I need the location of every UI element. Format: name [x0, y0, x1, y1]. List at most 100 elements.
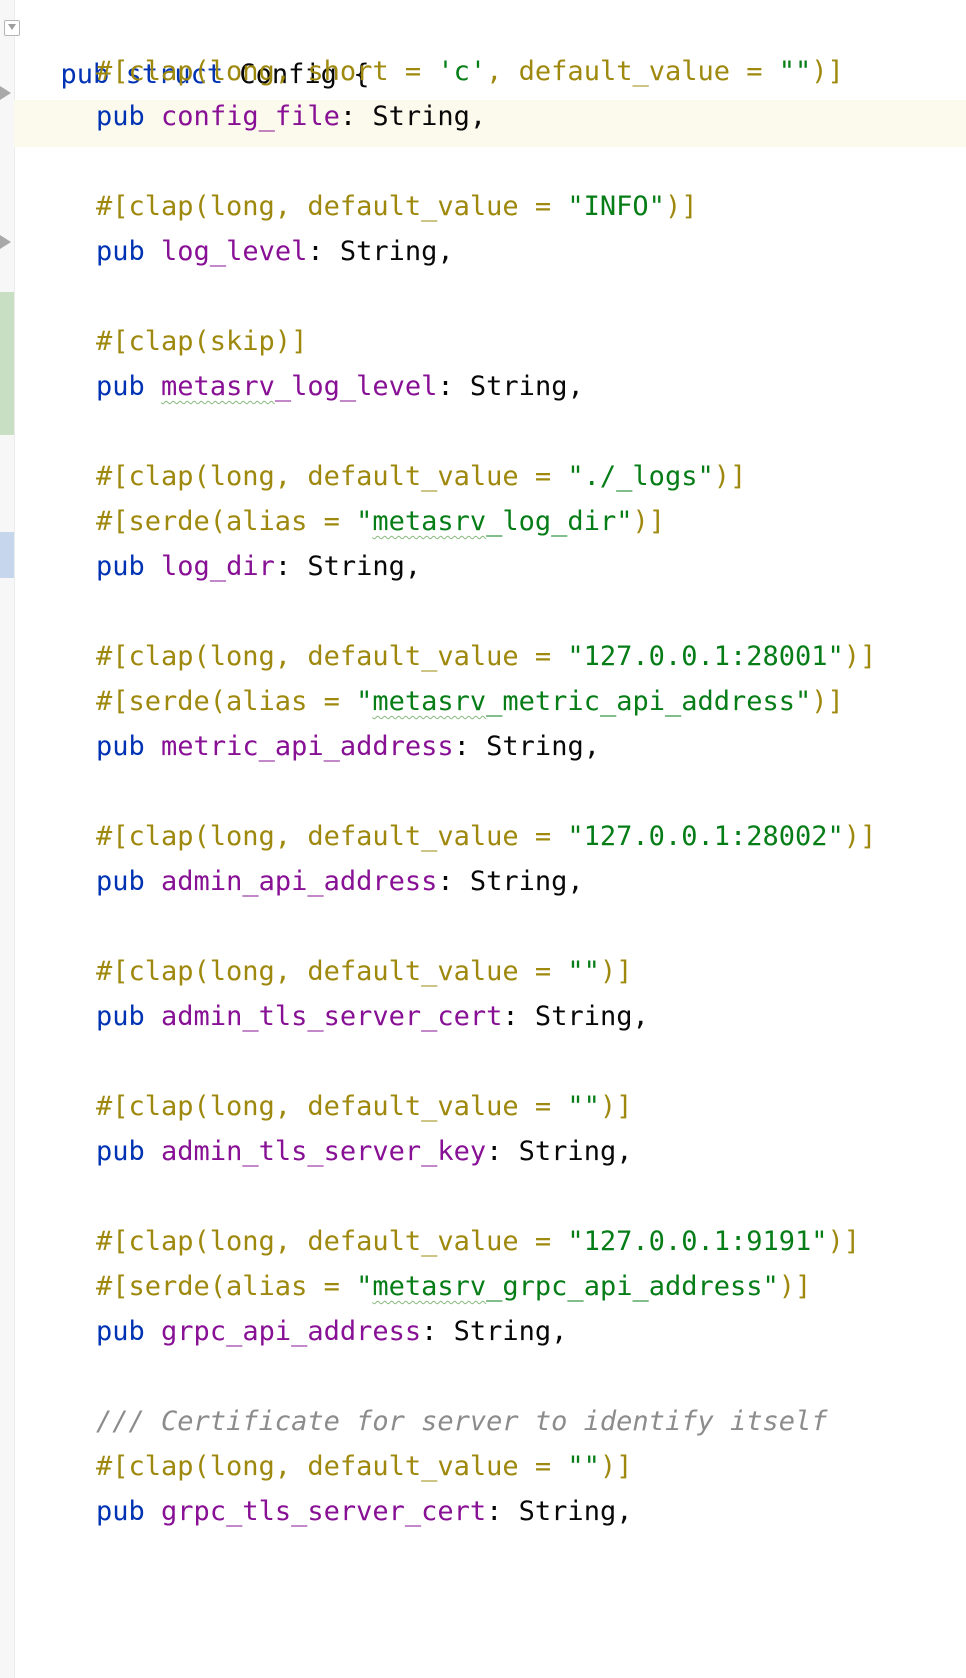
field-name: grpc_api_address [161, 1316, 422, 1347]
string-literal: "metasrv_log_dir" [356, 506, 633, 537]
attribute-token: #[clap(long, default_value = [96, 1226, 568, 1257]
keyword-pub: pub [96, 731, 145, 762]
attribute-line[interactable]: #[clap(long, short = 'c', default_value … [28, 48, 844, 96]
attribute-token: #[clap(long, default_value = [96, 1451, 568, 1482]
attribute-token: )] [843, 641, 877, 672]
string-literal: "" [567, 956, 600, 987]
field-type: : String, [274, 551, 422, 582]
code-editor[interactable]: { "editor": { "struct_header": { "kw1": … [0, 0, 966, 1678]
field-name: admin_tls_server_key [161, 1136, 487, 1167]
attribute-token: #[clap(long, default_value = [96, 191, 568, 222]
editor-gutter[interactable] [0, 0, 15, 1678]
field-name: admin_tls_server_cert [161, 1001, 503, 1032]
field-line[interactable]: pub log_level: String, [28, 228, 454, 276]
field-name: metasrv_log_level [161, 371, 438, 402]
field-name: log_dir [161, 551, 275, 582]
attribute-token: #[clap(long, default_value = [96, 461, 568, 492]
attribute-token: #[serde(alias = [96, 686, 357, 717]
field-type: : String, [339, 101, 487, 132]
field-line[interactable]: pub grpc_tls_server_cert: String, [28, 1488, 632, 1536]
attribute-token: )] [664, 191, 698, 222]
attribute-line[interactable]: #[serde(alias = "metasrv_log_dir")] [28, 498, 665, 546]
attribute-token: #[clap(long, default_value = [96, 956, 568, 987]
field-line[interactable]: pub config_file: String, [28, 93, 486, 141]
doc-comment-line[interactable]: /// Certificate for server to identify i… [28, 1398, 828, 1446]
keyword-pub: pub [96, 1496, 145, 1527]
field-name: config_file [161, 101, 340, 132]
attribute-token: )] [811, 56, 844, 87]
field-type: : String, [486, 1496, 633, 1527]
string-literal: "metasrv_metric_api_address" [356, 686, 812, 717]
attribute-line[interactable]: #[clap(long, default_value = "./_logs")] [28, 453, 746, 501]
keyword-pub: pub [96, 101, 145, 132]
attribute-token: )] [843, 821, 877, 852]
keyword-pub: pub [96, 1316, 145, 1347]
attribute-token: )] [599, 1091, 633, 1122]
field-type: : String, [437, 866, 584, 897]
string-literal: "" [778, 56, 812, 87]
keyword-pub: pub [96, 1136, 145, 1167]
vcs-modified-marker[interactable] [0, 532, 14, 578]
attribute-token: )] [599, 956, 633, 987]
attribute-token: #[clap(skip)] [96, 326, 308, 357]
fold-arrow-icon[interactable] [0, 86, 11, 100]
string-literal: "INFO" [567, 191, 665, 222]
keyword-pub: pub [96, 236, 145, 267]
keyword-pub: pub [96, 371, 145, 402]
attribute-token: #[serde(alias = [96, 506, 357, 537]
field-name: log_level [161, 236, 308, 267]
attribute-line[interactable]: #[clap(long, default_value = "INFO")] [28, 183, 697, 231]
keyword-pub: pub [96, 551, 145, 582]
attribute-line[interactable]: #[clap(long, default_value = "127.0.0.1:… [28, 633, 876, 681]
attribute-token: )] [778, 1271, 812, 1302]
field-name: admin_api_address [161, 866, 438, 897]
fold-icon[interactable] [4, 20, 20, 36]
attribute-line[interactable]: #[serde(alias = "metasrv_metric_api_addr… [28, 678, 844, 726]
vcs-added-marker[interactable] [0, 292, 14, 435]
keyword-pub: pub [96, 1001, 145, 1032]
attribute-line[interactable]: #[clap(long, default_value = "")] [28, 1083, 632, 1131]
attribute-line[interactable]: #[clap(long, default_value = "")] [28, 948, 632, 996]
string-literal: "127.0.0.1:9191" [567, 1226, 828, 1257]
string-literal: 'c' [437, 56, 487, 87]
fold-arrow-icon[interactable] [0, 235, 11, 249]
field-type: : String, [307, 236, 454, 267]
field-line[interactable]: pub admin_tls_server_cert: String, [28, 993, 649, 1041]
field-type: : String, [453, 731, 600, 762]
field-line[interactable]: pub admin_tls_server_key: String, [28, 1128, 632, 1176]
attribute-token: , default_value = [486, 56, 779, 87]
string-literal: "" [567, 1091, 600, 1122]
attribute-token: #[clap(long, default_value = [96, 1091, 568, 1122]
attribute-token: )] [713, 461, 747, 492]
attribute-token: )] [811, 686, 844, 717]
field-name: grpc_tls_server_cert [161, 1496, 487, 1527]
field-line[interactable]: pub admin_api_address: String, [28, 858, 584, 906]
attribute-token: )] [599, 1451, 633, 1482]
attribute-token: #[serde(alias = [96, 1271, 357, 1302]
field-name: metric_api_address [161, 731, 454, 762]
field-line[interactable]: pub metric_api_address: String, [28, 723, 600, 771]
field-line[interactable]: pub metasrv_log_level: String, [28, 363, 584, 411]
string-literal: "" [567, 1451, 600, 1482]
string-literal: "127.0.0.1:28001" [567, 641, 844, 672]
field-type: : String, [437, 371, 584, 402]
field-type: : String, [486, 1136, 633, 1167]
attribute-line[interactable]: #[clap(long, default_value = "127.0.0.1:… [28, 813, 876, 861]
doc-comment: /// Certificate for server to identify i… [96, 1406, 828, 1437]
attribute-token: #[clap(long, default_value = [96, 821, 568, 852]
struct-declaration[interactable]: pub struct Config { [28, 3, 370, 90]
keyword-pub: pub [96, 866, 145, 897]
attribute-line[interactable]: #[clap(skip)] [28, 318, 307, 366]
attribute-line[interactable]: #[clap(long, default_value = "127.0.0.1:… [28, 1218, 860, 1266]
attribute-line[interactable]: #[clap(long, default_value = "")] [28, 1443, 632, 1491]
attribute-token: )] [632, 506, 665, 537]
field-line[interactable]: pub grpc_api_address: String, [28, 1308, 567, 1356]
attribute-token: )] [827, 1226, 861, 1257]
field-type: : String, [421, 1316, 568, 1347]
attribute-token: #[clap(long, short = [96, 56, 438, 87]
field-line[interactable]: pub log_dir: String, [28, 543, 421, 591]
string-literal: "metasrv_grpc_api_address" [356, 1271, 779, 1302]
field-type: : String, [502, 1001, 649, 1032]
string-literal: "./_logs" [567, 461, 714, 492]
attribute-line[interactable]: #[serde(alias = "metasrv_grpc_api_addres… [28, 1263, 811, 1311]
